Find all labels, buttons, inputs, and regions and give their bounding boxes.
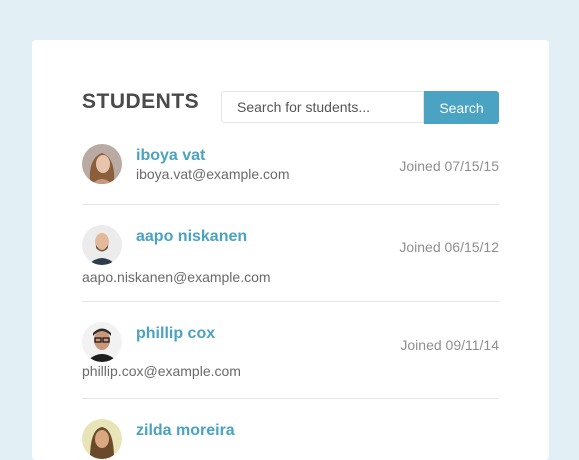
list-item: aapo niskanen aapo.niskanen@example.com … (82, 205, 499, 302)
search-button[interactable]: Search (424, 91, 499, 124)
student-name-link[interactable]: phillip cox (136, 325, 215, 343)
avatar (82, 225, 122, 265)
student-email: iboya.vat@example.com (136, 166, 290, 182)
avatar (82, 144, 122, 184)
page-title: STUDENTS (82, 90, 200, 113)
student-name-link[interactable]: iboya vat (136, 147, 205, 165)
list-item: phillip cox phillip.cox@example.com Join… (82, 302, 499, 399)
students-card: STUDENTS Search iboya vat iboya.vat@exam… (32, 40, 549, 460)
avatar (82, 322, 122, 362)
joined-date: Joined 06/15/12 (399, 239, 499, 255)
joined-date: Joined 09/11/14 (400, 337, 499, 353)
student-name-link[interactable]: zilda moreira (136, 422, 235, 440)
student-email: aapo.niskanen@example.com (82, 269, 271, 285)
joined-date: Joined 07/15/15 (399, 158, 499, 174)
student-email: phillip.cox@example.com (82, 363, 241, 379)
avatar (82, 419, 122, 459)
search-input[interactable] (221, 91, 424, 123)
list-item: zilda moreira (82, 399, 499, 459)
list-item: iboya vat iboya.vat@example.com Joined 0… (82, 140, 499, 205)
student-name-link[interactable]: aapo niskanen (136, 228, 247, 246)
